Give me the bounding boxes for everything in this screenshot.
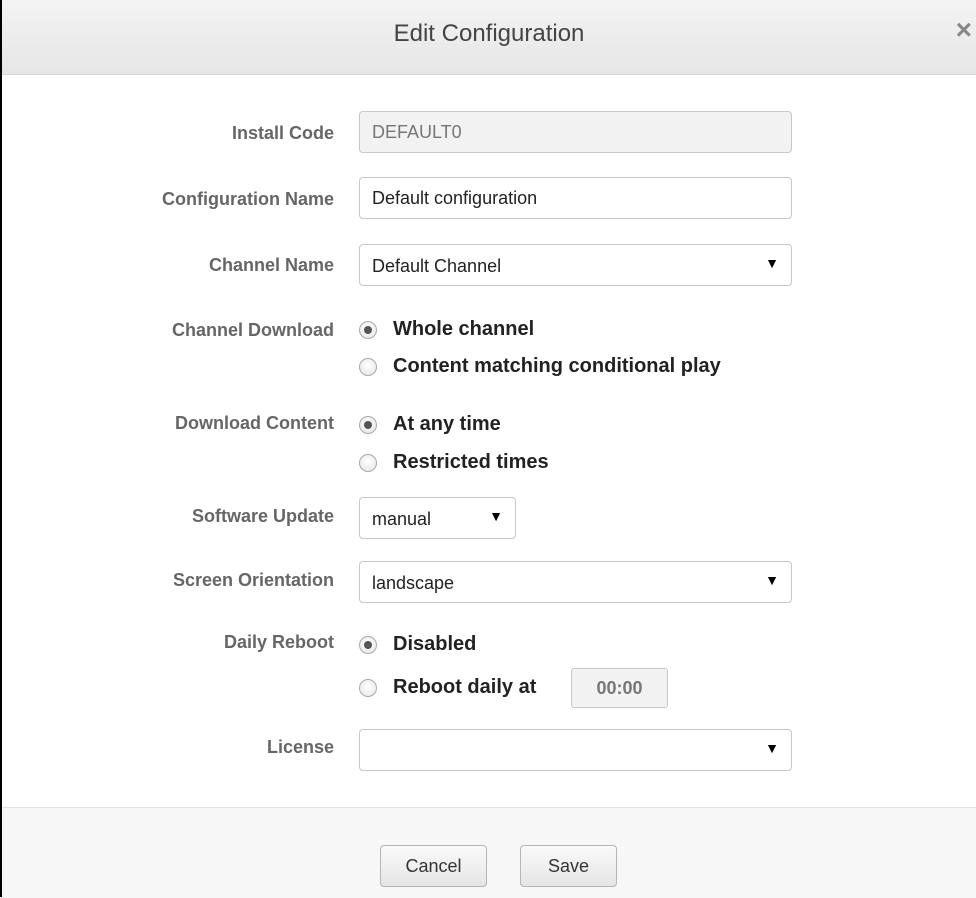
radio-label: Disabled (393, 633, 477, 655)
chevron-down-icon: ▼ (765, 740, 779, 756)
install-code-label: Install Code (231, 123, 334, 143)
radio-selected-icon (359, 321, 377, 339)
channel-download-label: Channel Download (172, 320, 334, 340)
edit-configuration-dialog: Edit Configuration × Install Code Config… (0, 0, 976, 898)
screen-orientation-value: landscape (372, 573, 455, 593)
download-content-label: Download Content (175, 413, 334, 433)
screen-orientation-label: Screen Orientation (172, 570, 334, 590)
radio-unselected-icon (359, 679, 377, 697)
dialog-title-bar: Edit Configuration × (2, 0, 976, 75)
radio-selected-icon (359, 636, 377, 654)
license-select[interactable]: ▼ (359, 729, 792, 771)
daily-reboot-label: Daily Reboot (223, 632, 334, 652)
radio-label: At any time (393, 413, 501, 435)
reboot-time-input[interactable]: 00:00 (571, 668, 668, 708)
configuration-name-field[interactable] (359, 177, 792, 219)
chevron-down-icon: ▼ (765, 572, 779, 588)
software-update-select[interactable]: manual ▼ (359, 497, 516, 539)
software-update-value: manual (372, 509, 432, 529)
channel-name-label: Channel Name (208, 255, 334, 275)
install-code-field[interactable] (359, 111, 792, 153)
radio-label: Reboot daily at (393, 676, 537, 698)
radio-selected-icon (359, 416, 377, 434)
channel-name-select[interactable]: Default Channel ▼ (359, 244, 792, 286)
cancel-button[interactable]: Cancel (380, 845, 487, 887)
close-icon[interactable]: × (956, 14, 972, 46)
radio-label: Restricted times (393, 451, 549, 473)
radio-unselected-icon (359, 358, 377, 376)
chevron-down-icon: ▼ (765, 255, 779, 271)
radio-unselected-icon (359, 454, 377, 472)
save-button[interactable]: Save (520, 845, 617, 887)
radio-label: Whole channel (393, 318, 535, 340)
channel-name-value: Default Channel (372, 256, 502, 276)
screen-orientation-select[interactable]: landscape ▼ (359, 561, 792, 603)
radio-label: Content matching conditional play (393, 355, 721, 377)
chevron-down-icon: ▼ (489, 508, 503, 524)
software-update-label: Software Update (191, 506, 334, 526)
configuration-name-label: Configuration Name (161, 189, 334, 209)
dialog-footer (2, 807, 976, 898)
dialog-title: Edit Configuration (393, 20, 585, 47)
license-label: License (266, 737, 334, 757)
